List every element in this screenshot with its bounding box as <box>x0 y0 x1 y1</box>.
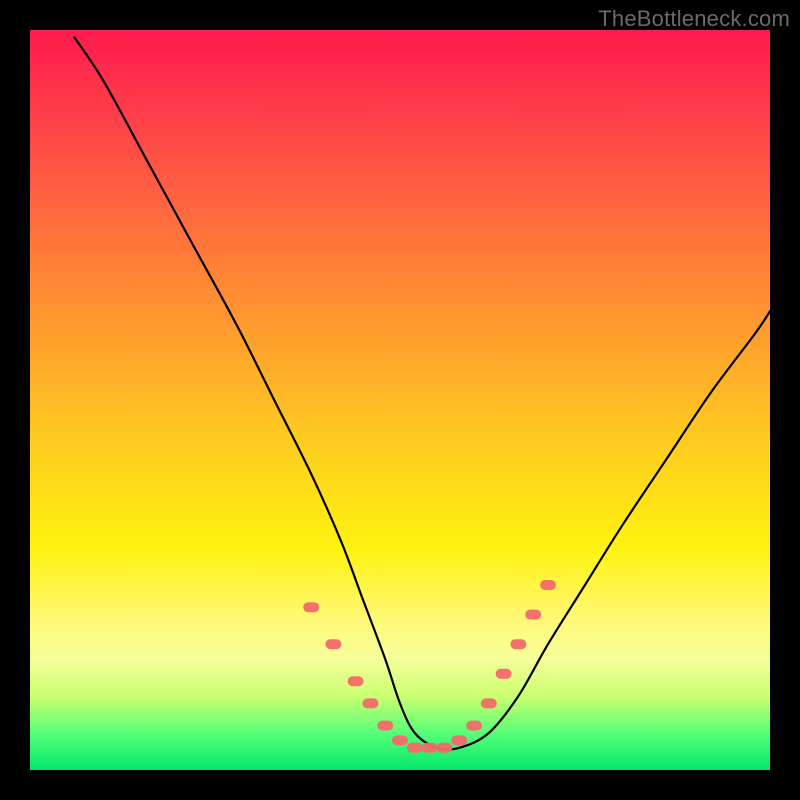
marker-point <box>377 721 393 731</box>
marker-point <box>407 743 423 753</box>
marker-point <box>510 639 526 649</box>
marker-point <box>422 743 438 753</box>
chart-frame: TheBottleneck.com <box>0 0 800 800</box>
bottleneck-curve-line <box>74 37 770 749</box>
marker-point <box>303 602 319 612</box>
marker-point <box>496 669 512 679</box>
chart-svg <box>30 30 770 770</box>
marker-point <box>481 698 497 708</box>
marker-point <box>392 735 408 745</box>
marker-point <box>436 743 452 753</box>
marker-point <box>466 721 482 731</box>
marker-point <box>348 676 364 686</box>
marker-point <box>540 580 556 590</box>
highlighted-points-group <box>303 580 556 753</box>
marker-point <box>325 639 341 649</box>
plot-area <box>30 30 770 770</box>
marker-point <box>525 610 541 620</box>
marker-point <box>451 735 467 745</box>
marker-point <box>362 698 378 708</box>
watermark-label: TheBottleneck.com <box>598 6 790 32</box>
